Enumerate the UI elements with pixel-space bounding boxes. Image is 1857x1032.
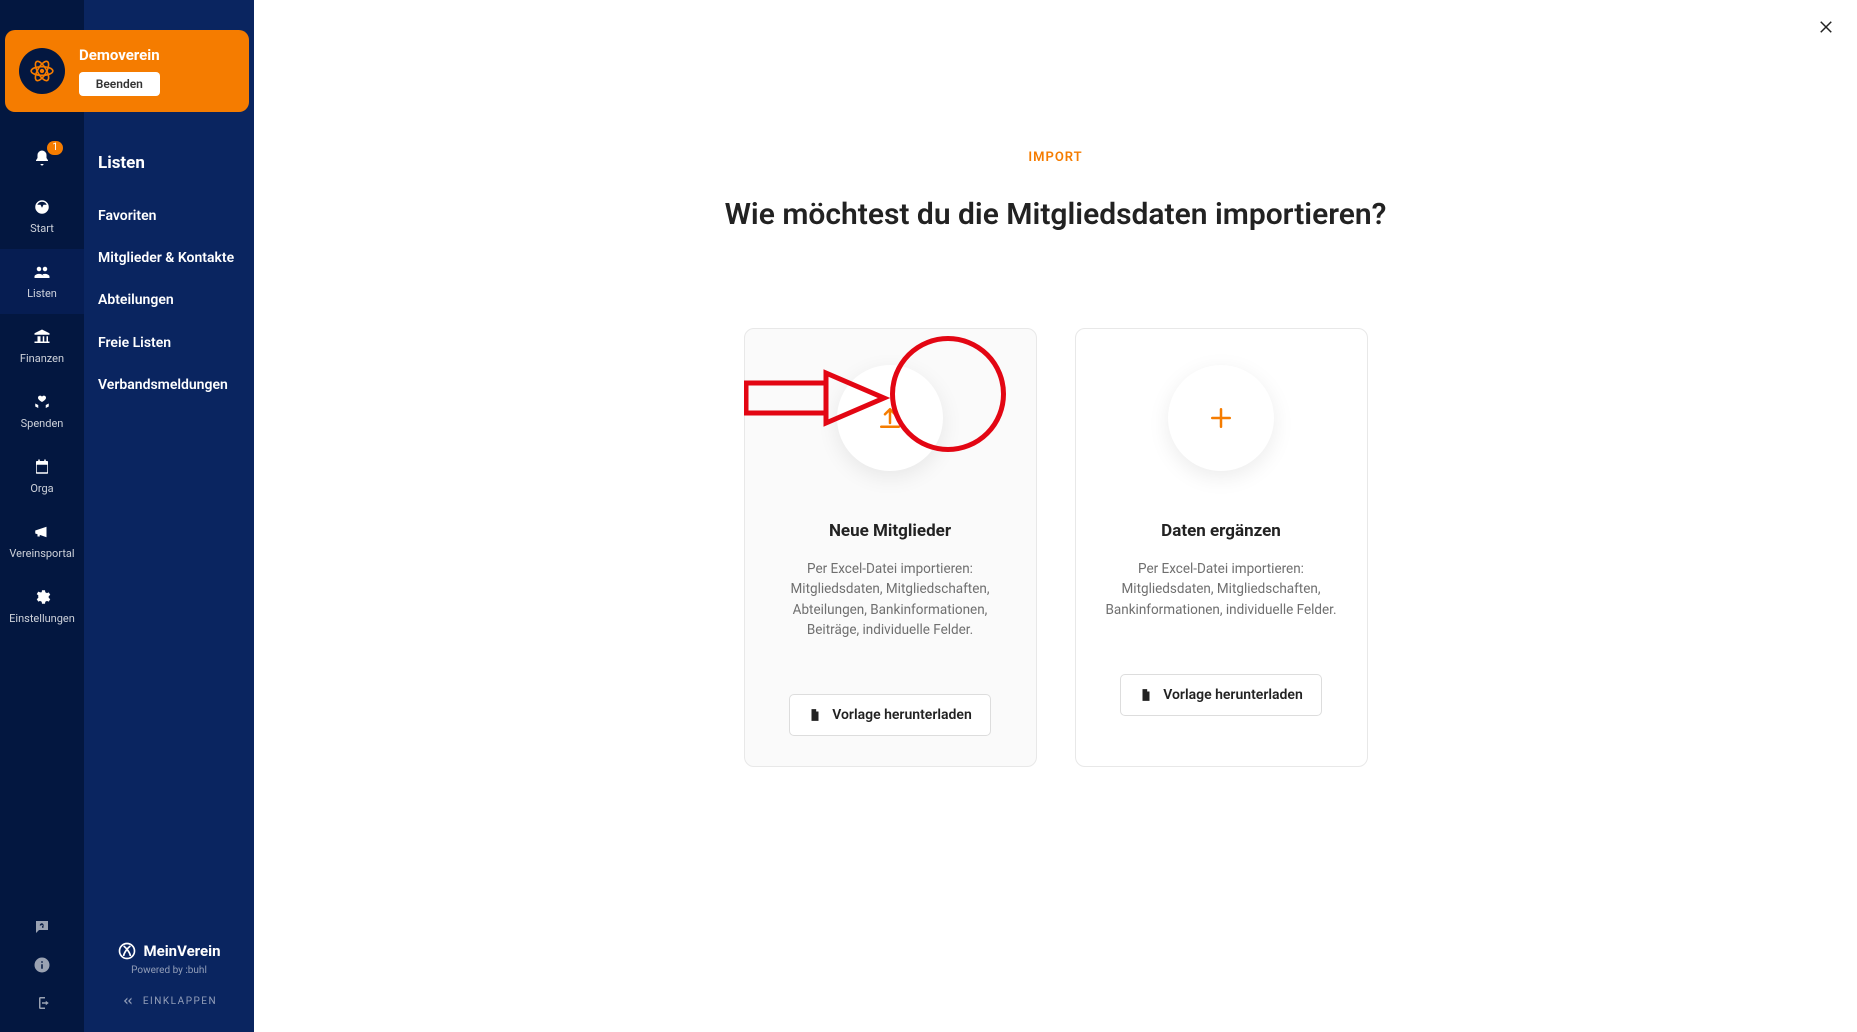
chat-help-icon[interactable] [33, 918, 51, 936]
collapse-sidebar[interactable]: EINKLAPPEN [84, 976, 254, 1026]
org-logo [19, 48, 65, 94]
card-description: Per Excel-Datei importieren: Mitgliedsda… [1100, 559, 1343, 620]
bank-icon [33, 328, 51, 346]
nav-spenden[interactable]: Spenden [0, 379, 84, 444]
info-icon[interactable] [33, 956, 51, 974]
gauge-icon [33, 198, 51, 216]
atom-icon [29, 58, 55, 84]
demo-org-card: Demoverein Beenden [5, 30, 249, 112]
card-description: Per Excel-Datei importieren: Mitgliedsda… [769, 559, 1012, 640]
secondary-nav: Listen Favoriten Mitglieder & Kontakte A… [84, 0, 254, 1032]
nav-label: Vereinsportal [9, 547, 74, 560]
nav-notifications[interactable]: 1 [0, 135, 84, 184]
import-augment-data-card[interactable]: Daten ergänzen Per Excel-Datei importier… [1075, 328, 1368, 767]
notification-badge: 1 [47, 141, 63, 155]
download-template-button[interactable]: Vorlage herunterladen [1120, 674, 1322, 716]
brand-icon [117, 941, 137, 961]
calendar-icon [33, 458, 51, 476]
subnav-mitglieder[interactable]: Mitglieder & Kontakte [84, 237, 254, 279]
people-icon [33, 263, 51, 281]
download-template-button[interactable]: Vorlage herunterladen [789, 694, 991, 736]
close-button[interactable] [1817, 18, 1835, 36]
gear-icon [33, 588, 51, 606]
megaphone-icon [33, 523, 51, 541]
brand-name: MeinVerein [143, 942, 220, 960]
chevron-double-left-icon [121, 994, 135, 1008]
section-eyebrow: IMPORT [576, 150, 1536, 165]
nav-listen[interactable]: Listen [0, 249, 84, 314]
primary-nav-rail: 1 Start Listen Finanzen Spenden Orga [0, 0, 84, 1032]
logout-icon[interactable] [33, 994, 51, 1012]
powered-by: Powered by :buhl [84, 965, 254, 976]
hands-heart-icon [33, 393, 51, 411]
org-name: Demoverein [79, 46, 160, 64]
card-title: Daten ergänzen [1161, 521, 1281, 541]
nav-einstellungen[interactable]: Einstellungen [0, 574, 84, 639]
nav-label: Finanzen [20, 352, 64, 365]
collapse-label: EINKLAPPEN [143, 996, 217, 1007]
file-icon [1139, 688, 1153, 702]
nav-label: Orga [30, 482, 53, 495]
download-label: Vorlage herunterladen [832, 707, 972, 723]
nav-vereinsportal[interactable]: Vereinsportal [0, 509, 84, 574]
nav-label: Einstellungen [9, 612, 75, 625]
download-label: Vorlage herunterladen [1163, 687, 1303, 703]
page-headline: Wie möchtest du die Mitgliedsdaten impor… [576, 197, 1536, 232]
import-new-members-card[interactable]: Neue Mitglieder Per Excel-Datei importie… [744, 328, 1037, 767]
card-title: Neue Mitglieder [829, 521, 951, 541]
subnav-abteilungen[interactable]: Abteilungen [84, 279, 254, 321]
subnav-favoriten[interactable]: Favoriten [84, 195, 254, 237]
nav-start[interactable]: Start [0, 184, 84, 249]
nav-orga[interactable]: Orga [0, 444, 84, 509]
brand-logo: MeinVerein [84, 941, 254, 961]
plus-icon [1206, 403, 1236, 433]
nav-label: Listen [27, 287, 57, 300]
file-icon [808, 708, 822, 722]
upload-icon-circle [837, 365, 943, 471]
subnav-freie-listen[interactable]: Freie Listen [84, 322, 254, 364]
nav-label: Spenden [21, 417, 64, 430]
upload-icon [875, 403, 905, 433]
nav-label: Start [30, 222, 54, 235]
subnav-verbandsmeldungen[interactable]: Verbandsmeldungen [84, 364, 254, 406]
nav-finanzen[interactable]: Finanzen [0, 314, 84, 379]
close-icon [1817, 18, 1835, 36]
subnav-title: Listen [98, 153, 240, 173]
plus-icon-circle [1168, 365, 1274, 471]
exit-demo-button[interactable]: Beenden [79, 72, 160, 96]
